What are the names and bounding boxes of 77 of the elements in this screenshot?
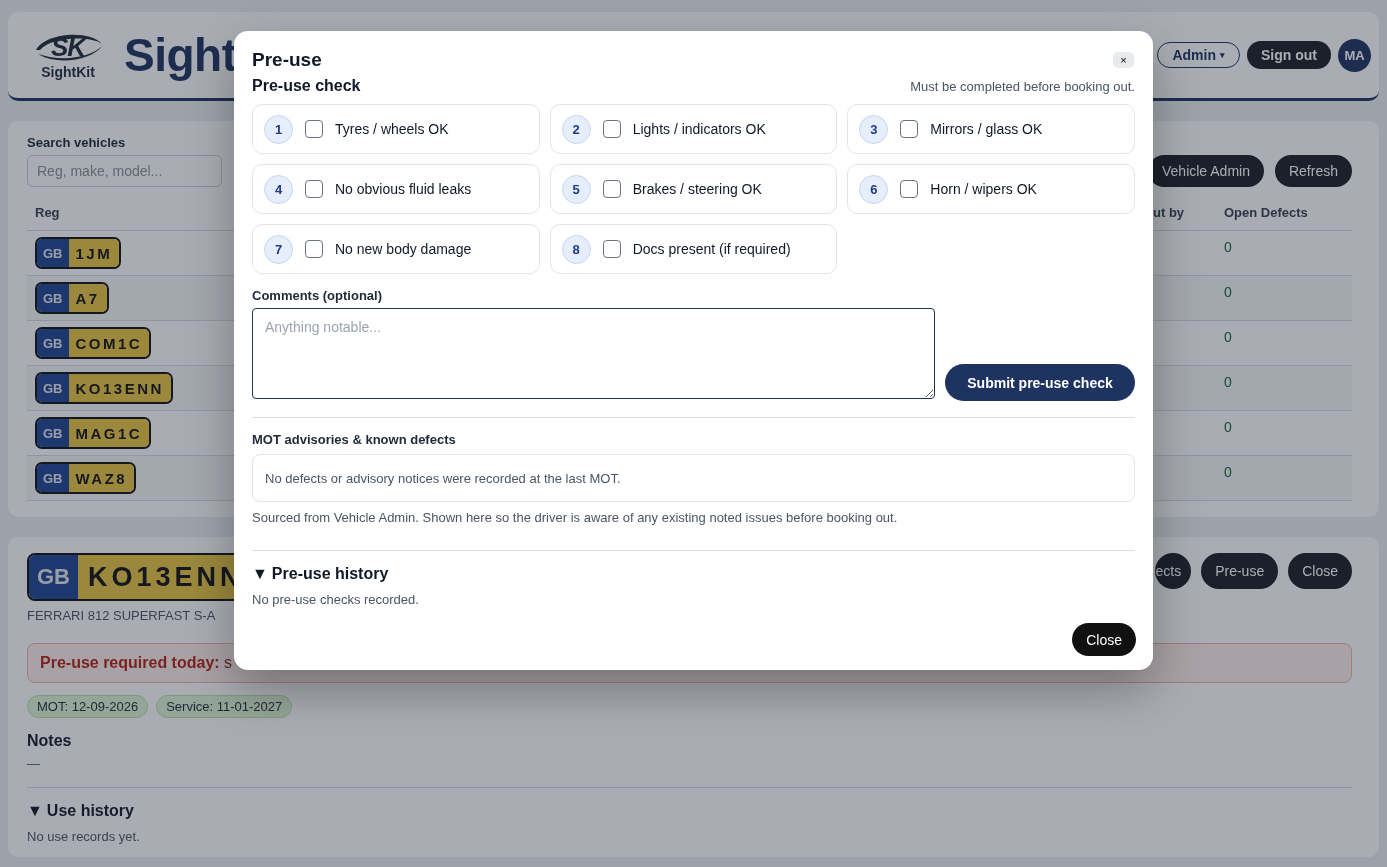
- checkbox[interactable]: [900, 180, 919, 198]
- comments-label: Comments (optional): [252, 288, 383, 303]
- checkbox[interactable]: [602, 240, 621, 258]
- table-cell-text: 0: [1224, 328, 1233, 345]
- mot-text: No defects or advisory notices were recorded at the last MOT.: [265, 470, 621, 486]
- table-cell-text: 0: [1224, 373, 1233, 390]
- close-button[interactable]: ×: [1113, 52, 1134, 68]
- app-title: Sight: [124, 28, 237, 82]
- toolbar-button[interactable]: Refresh: [1274, 155, 1352, 187]
- step-number: 7: [264, 234, 293, 264]
- country-code: GB: [37, 329, 69, 357]
- checkbox[interactable]: [305, 120, 323, 138]
- column-header: Open Defects: [1224, 205, 1309, 220]
- step-number: 8: [561, 234, 591, 264]
- country-code: GB: [29, 555, 78, 599]
- checkbox[interactable]: [305, 180, 323, 198]
- column-header: Reg: [34, 205, 61, 220]
- sign-out-button[interactable]: Sign out: [1247, 41, 1331, 69]
- date-tag: MOT: 12-09-2026: [27, 695, 149, 718]
- column-header: ut by: [1152, 205, 1186, 220]
- step-number: 2: [561, 114, 591, 144]
- action-button[interactable]: Close: [1288, 553, 1352, 589]
- dialog-title: Pre-use: [252, 49, 322, 71]
- registration: A7: [68, 284, 107, 312]
- check-item[interactable]: 2 Lights / indicators OK: [549, 104, 838, 154]
- checkbox[interactable]: [602, 120, 621, 138]
- mot-note: Sourced from Vehicle Admin. Shown here so the driver is aware of any existing noted issues before booking out.: [252, 510, 899, 525]
- notes-heading: Notes: [27, 732, 73, 750]
- date-tag: Service: 11-01-2027: [156, 695, 293, 718]
- registration: 1JM: [68, 239, 120, 267]
- checkbox[interactable]: [900, 120, 919, 138]
- country-code: GB: [37, 284, 69, 312]
- search-label: Search vehicles: [27, 135, 127, 150]
- section-heading: Pre-use check: [252, 77, 361, 95]
- checkbox[interactable]: [305, 240, 323, 258]
- submit-button[interactable]: Submit pre-use check: [945, 364, 1135, 401]
- logo-caption: SightKit: [41, 64, 95, 80]
- history-toggle[interactable]: ▼ Pre-use history: [252, 565, 1135, 583]
- comments-field[interactable]: Anything notable...: [252, 308, 935, 399]
- notes-text: —: [27, 756, 41, 771]
- use-history-toggle[interactable]: ▼ Use history: [27, 802, 1352, 820]
- registration: WAZ8: [68, 464, 135, 492]
- step-number: 5: [561, 174, 591, 204]
- vehicle-model: FERRARI 812 SUPERFAST S-A: [27, 608, 217, 623]
- check-item[interactable]: 7 No new body damage: [252, 224, 540, 274]
- country-code: GB: [37, 239, 69, 267]
- check-item[interactable]: 6 Horn / wipers OK: [847, 164, 1135, 214]
- registration: MAG1C: [68, 419, 150, 447]
- table-cell-text: 0: [1224, 283, 1233, 300]
- check-item[interactable]: 5 Brakes / steering OK: [549, 164, 838, 214]
- hint-text: Must be completed before booking out.: [910, 79, 1135, 94]
- registration: COM1C: [68, 329, 150, 357]
- check-item[interactable]: 1 Tyres / wheels OK: [252, 104, 540, 154]
- empty-message: No use records yet.: [27, 829, 141, 844]
- step-number: 6: [859, 174, 889, 204]
- empty-message: No pre-use checks recorded.: [252, 592, 420, 607]
- step-number: 1: [264, 114, 293, 144]
- table-cell-text: 0: [1224, 463, 1233, 480]
- country-code: GB: [37, 374, 69, 402]
- search-field[interactable]: Reg, make, model...: [27, 155, 222, 187]
- step-number: 3: [859, 114, 889, 144]
- checkbox[interactable]: [602, 180, 621, 198]
- close-button[interactable]: Close: [1072, 623, 1136, 656]
- table-cell-text: 0: [1224, 418, 1233, 435]
- check-item[interactable]: 8 Docs present (if required): [549, 224, 838, 274]
- alert-text: Pre-use required today: s: [40, 654, 233, 672]
- check-item[interactable]: 4 No obvious fluid leaks: [252, 164, 540, 214]
- check-item[interactable]: 3 Mirrors / glass OK: [847, 104, 1135, 154]
- registration: KO13ENN: [68, 374, 171, 402]
- user-avatar[interactable]: MA: [1338, 38, 1371, 72]
- action-button[interactable]: ects: [1155, 553, 1192, 589]
- mot-heading: MOT advisories & known defects: [252, 432, 457, 447]
- step-number: 4: [264, 174, 293, 204]
- country-code: GB: [37, 464, 69, 492]
- table-cell-text: 0: [1224, 238, 1233, 255]
- country-code: GB: [37, 419, 69, 447]
- action-button[interactable]: Pre-use: [1201, 553, 1279, 589]
